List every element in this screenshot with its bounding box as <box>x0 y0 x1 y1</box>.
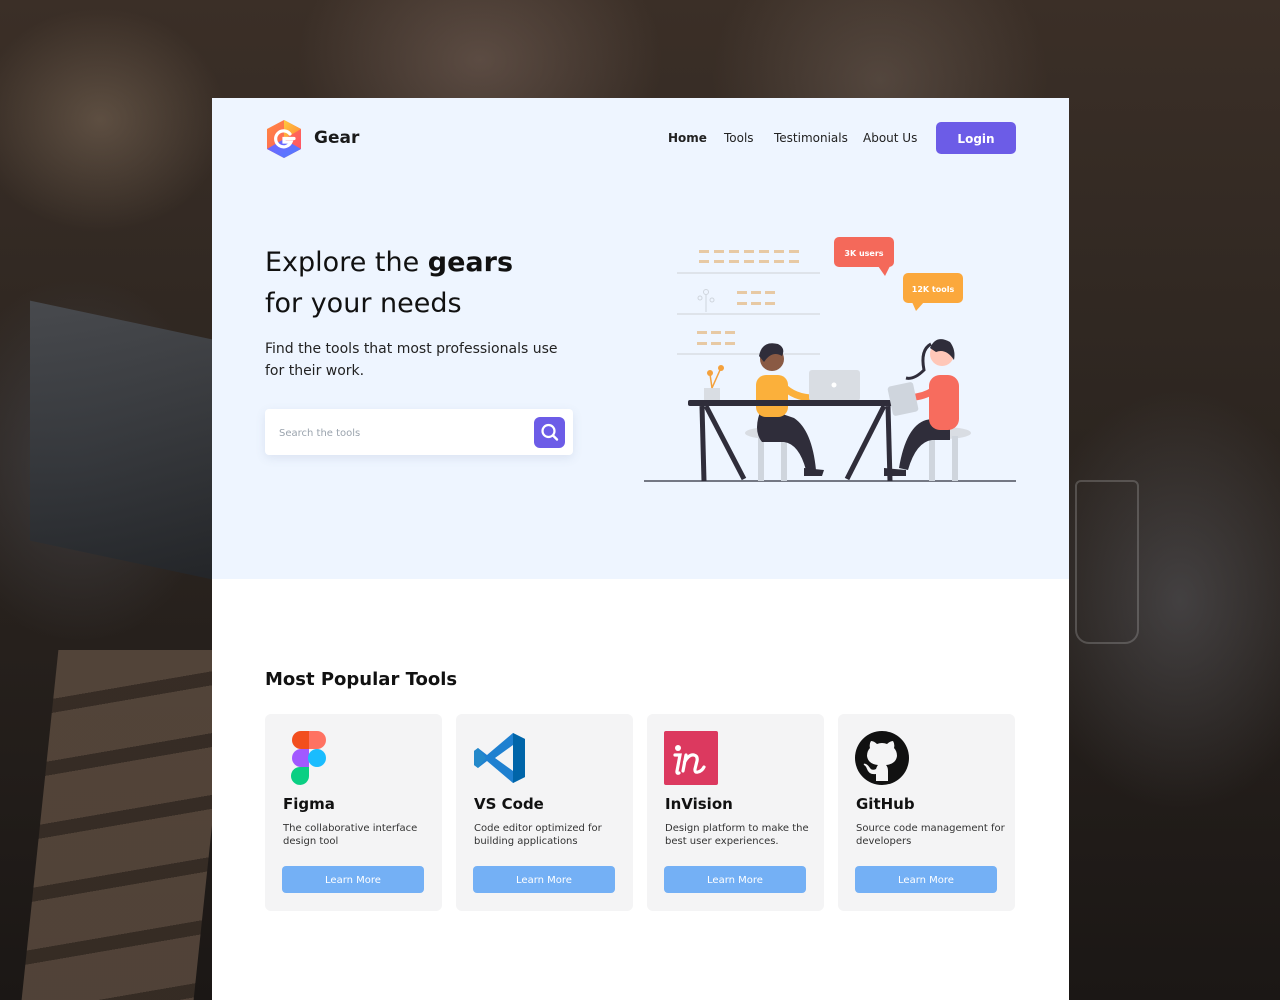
brand-name[interactable]: Gear <box>314 128 359 148</box>
learn-more-button-invision[interactable]: Learn More <box>664 866 806 893</box>
vscode-icon <box>474 733 525 783</box>
tool-card-description: Source code management for developers <box>856 823 1005 847</box>
learn-more-button-figma[interactable]: Learn More <box>282 866 424 893</box>
github-icon <box>855 731 909 785</box>
hero-illustration: 3K users 12K tools <box>644 237 1016 482</box>
learn-more-button-github[interactable]: Learn More <box>855 866 997 893</box>
hero-subtitle: Find the tools that most professionals u… <box>265 341 558 379</box>
login-button[interactable]: Login <box>936 122 1016 154</box>
bubble-users-text: 3K users <box>844 249 883 258</box>
bubble-users: 3K users <box>834 237 894 276</box>
bubble-tools-text: 12K tools <box>912 285 955 294</box>
search-button[interactable] <box>534 417 565 448</box>
search-input[interactable] <box>277 421 521 445</box>
tool-card-description: Code editor optimized for building appli… <box>474 823 602 847</box>
nav-testimonials[interactable]: Testimonials <box>774 131 848 145</box>
hero-title-bold: gears <box>427 247 514 278</box>
background-chair <box>21 650 231 1000</box>
nav-home[interactable]: Home <box>668 131 707 145</box>
bubble-tools: 12K tools <box>903 273 963 311</box>
search-bar <box>265 409 573 455</box>
woman-figure <box>884 339 959 476</box>
nav-about-us[interactable]: About Us <box>863 131 917 145</box>
tool-card-figma: Figma The collaborative interface design… <box>265 714 442 911</box>
laptop <box>809 370 860 401</box>
tool-card-github: GitHub Source code management for develo… <box>838 714 1015 911</box>
gear-logo-icon[interactable] <box>265 119 303 159</box>
search-icon <box>541 423 559 441</box>
figma-icon <box>291 731 326 785</box>
landing-page: Gear Home Tools Testimonials About Us Lo… <box>212 98 1069 1000</box>
popular-tools-title: Most Popular Tools <box>265 669 458 690</box>
nav-tools[interactable]: Tools <box>724 131 754 145</box>
tool-card-description: The collaborative interface design tool <box>283 823 418 847</box>
hero-section: Gear Home Tools Testimonials About Us Lo… <box>212 98 1069 579</box>
invision-icon <box>664 731 718 785</box>
tool-card-title: InVision <box>665 795 733 813</box>
background-glass <box>1075 480 1139 644</box>
tool-card-invision: InVision Design platform to make the bes… <box>647 714 824 911</box>
desk-plant <box>704 365 724 400</box>
man-figure <box>756 343 824 476</box>
background-laptop <box>30 300 212 580</box>
learn-more-button-vscode[interactable]: Learn More <box>473 866 615 893</box>
hero-title: Explore the gears for your needs <box>265 247 514 319</box>
tool-card-vscode: VS Code Code editor optimized for buildi… <box>456 714 633 911</box>
tool-card-title: VS Code <box>474 795 544 813</box>
tool-card-description: Design platform to make the best user ex… <box>665 823 809 847</box>
shelf-plant <box>697 289 715 312</box>
tool-card-title: GitHub <box>856 795 915 813</box>
shelves <box>677 250 820 355</box>
tool-card-title: Figma <box>283 795 335 813</box>
